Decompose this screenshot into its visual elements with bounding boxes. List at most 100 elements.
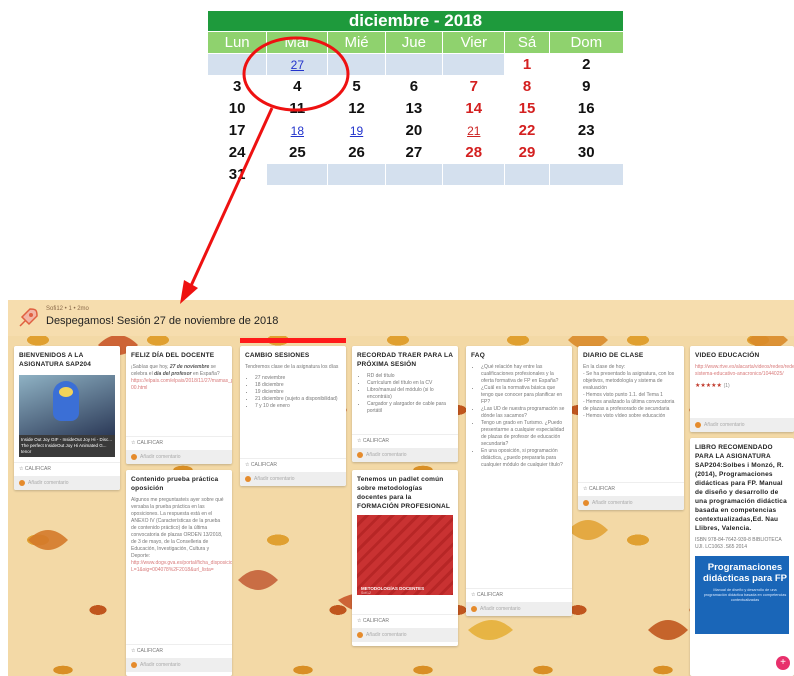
card-title: Contenido prueba práctica oposición [131, 476, 219, 492]
calendar-week: 3 4 5 6 7 8 9 [206, 75, 625, 98]
card-cambio-sesiones[interactable]: CAMBIO SESIONES Tendremos clase de la as… [240, 346, 346, 486]
calendar-week: 10 11 12 13 14 15 16 [206, 97, 625, 120]
comment-field[interactable]: Añadir comentario [126, 658, 232, 672]
card-video-educacion[interactable]: VIDEO EDUCACIÓN http://www.rtve.es/alaca… [690, 346, 794, 432]
comment-field[interactable]: Añadir comentario [14, 476, 120, 490]
card-libro[interactable]: LIBRO RECOMENDADO PARA LA ASIGNATURA SAP… [690, 438, 794, 676]
card-body: En la clase de hoy: - Se ha presentado l… [583, 364, 679, 420]
calendar-day-link[interactable]: 18 [266, 119, 329, 142]
calendar-week: 31 [206, 163, 625, 186]
calendar-day-empty [206, 53, 268, 76]
calendar-day: 14 [442, 97, 506, 120]
calendar-day: 29 [504, 141, 550, 164]
list-item: ¿Qué relación hay entre las cualificacio… [481, 364, 567, 385]
book-cover[interactable]: Programaciones didácticas para FP Manual… [695, 556, 789, 634]
board-title: Despegamos! Sesión 27 de noviembre de 20… [46, 315, 279, 327]
calendar-day-empty [384, 53, 444, 76]
star-icon: ☆ [245, 462, 250, 468]
rate-label: CALIFICAR [476, 592, 503, 598]
card-body: http://www.rtve.es/alacarta/videos/redes… [695, 364, 794, 378]
comment-field[interactable]: Añadir comentario [126, 450, 232, 464]
padlet-thumbnail[interactable]: METODOLOGÍAS DOCENTES Sofi12 [357, 515, 453, 595]
rate-label: CALIFICAR [24, 466, 51, 472]
padlet-board: Sofi12 • 1 • 2mo Despegamos! Sesión 27 d… [8, 300, 794, 676]
rate-button[interactable]: ☆ CALIFICAR [352, 614, 458, 626]
star-icon: ☆ [583, 486, 588, 492]
rate-button[interactable]: ☆ CALIFICAR [14, 462, 120, 474]
add-post-button[interactable]: + [776, 656, 790, 670]
avatar [583, 500, 589, 506]
calendar-day: 30 [548, 141, 625, 164]
avatar [19, 480, 25, 486]
gif-caption: Inside Out Joy GIF - InsideOut Joy Hi - … [19, 435, 115, 457]
calendar-day-empty [384, 163, 444, 186]
rate-label: CALIFICAR [362, 438, 389, 444]
rate-button[interactable]: ☆ CALIFICAR [126, 644, 232, 656]
comment-field[interactable]: Añadir comentario [352, 448, 458, 462]
calendar-day: 28 [442, 141, 506, 164]
list-item: Currículum del título en la CV [367, 380, 453, 387]
comment-field[interactable]: Añadir comentario [240, 472, 346, 486]
comment-placeholder: Añadir comentario [366, 632, 407, 638]
card-contenido-prueba[interactable]: Contenido prueba práctica oposición Algu… [126, 470, 232, 676]
list-item: Cargador y alargador de cable para portá… [367, 401, 453, 415]
rate-button[interactable]: ☆ CALIFICAR [240, 458, 346, 470]
calendar-day-link[interactable]: 21 [442, 119, 506, 142]
video-link[interactable]: http://www.rtve.es/alacarta/videos/redes… [695, 364, 794, 377]
avatar [357, 632, 363, 638]
card-faq[interactable]: FAQ ¿Qué relación hay entre las cualific… [466, 346, 572, 616]
calendar-day-link[interactable]: 27 [266, 53, 329, 76]
card-recordad[interactable]: RECORDAD TRAER PARA LA PRÓXIMA SESIÓN RD… [352, 346, 458, 462]
card-bienvenidos[interactable]: BIENVENIDOS A LA ASIGNATURA SAP204 Insid… [14, 346, 120, 490]
star-icon: ☆ [471, 592, 476, 598]
comment-field[interactable]: Añadir comentario [352, 628, 458, 642]
comment-placeholder: Añadir comentario [366, 452, 407, 458]
card-feliz-dia[interactable]: FELIZ DÍA DEL DOCENTE ¡Sabías que hoy, 2… [126, 346, 232, 464]
weekday-tue: Mar [266, 31, 329, 54]
calendar-day: 12 [327, 97, 386, 120]
calendar-day-link[interactable]: 19 [327, 119, 386, 142]
list-item: Tengo un grado en Turismo. ¿Puedo presen… [481, 420, 567, 448]
body-emphasis: día del profesor [154, 371, 192, 377]
body-line: - Hemos visto punto 1.1. del Tema 1 [583, 392, 663, 398]
avatar [471, 606, 477, 612]
rate-button[interactable]: ☆ CALIFICAR [126, 436, 232, 448]
avatar [131, 454, 137, 460]
dogv-link[interactable]: http://www.dogv.gva.es/portal/ficha_disp… [131, 560, 232, 573]
calendar-day: 3 [206, 75, 268, 98]
list-item: 18 diciembre [255, 382, 341, 389]
rate-label: CALIFICAR [136, 648, 163, 654]
card-diario[interactable]: DIARIO DE CLASE En la clase de hoy: - Se… [578, 346, 684, 510]
list-item: 19 diciembre [255, 389, 341, 396]
card-intro: Tendremos clase de la asignatura los día… [245, 364, 339, 370]
rate-button[interactable]: ☆ CALIFICAR [466, 588, 572, 600]
rate-button[interactable]: ☆ CALIFICAR [352, 434, 458, 446]
comment-field[interactable]: Añadir comentario [690, 418, 794, 432]
star-rating[interactable]: ★★★★★ (1) [695, 382, 789, 389]
gif-thumbnail[interactable] [19, 375, 115, 435]
avatar [695, 422, 701, 428]
list-item: 27 noviembre [255, 375, 341, 382]
rate-label: CALIFICAR [136, 440, 163, 446]
star-icon: ☆ [357, 618, 362, 624]
card-title: BIENVENIDOS A LA ASIGNATURA SAP204 [19, 352, 92, 368]
screenshot-root: diciembre - 2018 Lun Mar Mié Jue Vier Sá… [0, 0, 794, 676]
rocket-icon [19, 308, 38, 327]
calendar-day-empty [504, 163, 550, 186]
calendar-day: 8 [504, 75, 550, 98]
rate-button[interactable]: ☆ CALIFICAR [578, 482, 684, 494]
calendar-day: 15 [504, 97, 550, 120]
comment-field[interactable]: Añadir comentario [578, 496, 684, 510]
calendar-day: 26 [327, 141, 386, 164]
article-link[interactable]: https://elpais.com/elpais/2018/11/27/mam… [131, 378, 232, 391]
card-padlet-comun[interactable]: Tenemos un padlet común sobre metodologí… [352, 470, 458, 646]
calendar-day: 5 [327, 75, 386, 98]
star-icon: ☆ [131, 440, 136, 446]
list-item: 7 y 10 de enero [255, 403, 341, 410]
calendar-week: 27 1 2 [206, 53, 625, 76]
card-body: ¡Sabías que hoy, 27 de noviembre se cele… [131, 364, 232, 392]
comment-field[interactable]: Añadir comentario [466, 602, 572, 616]
calendar-day: 25 [266, 141, 329, 164]
list-item: ¿Las UD de nuestra programación se dónde… [481, 406, 567, 420]
comment-placeholder: Añadir comentario [592, 500, 633, 506]
